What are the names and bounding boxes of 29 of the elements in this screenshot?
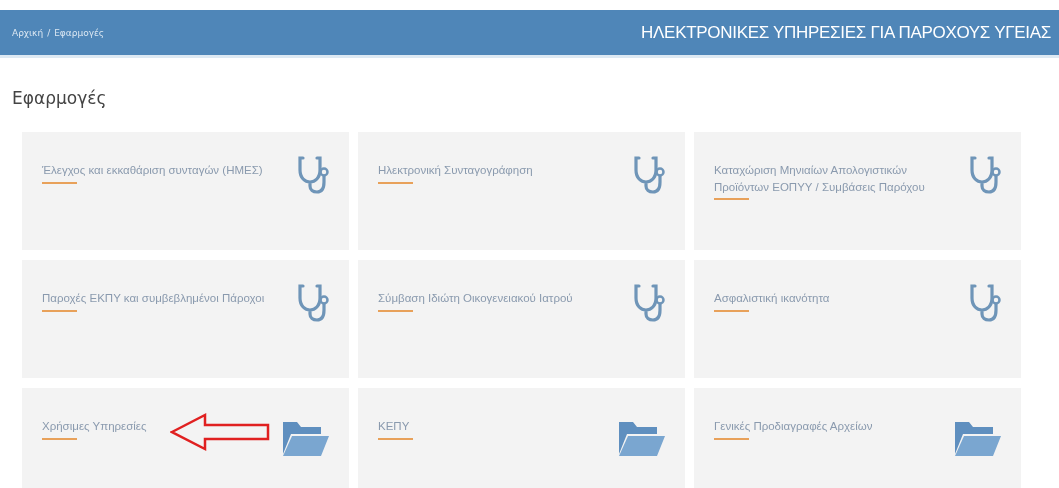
stethoscope-icon bbox=[969, 154, 1003, 194]
app-link[interactable]: Παροχές ΕΚΠΥ και συμβεβλημένοι Πάροχοι bbox=[42, 290, 265, 307]
app-link[interactable]: Έλεγχος και εκκαθάριση συνταγών (ΗΜΕΣ) bbox=[42, 162, 263, 179]
app-link[interactable]: Καταχώριση Μηνιαίων Απολογιστικών Προϊόντων ΕΟΠΥΥ / Συμβάσεις Παρόχου bbox=[714, 162, 944, 196]
app-card[interactable]: Γενικές Προδιαγραφές Αρχείων bbox=[694, 388, 1021, 488]
breadcrumb-separator: / bbox=[47, 27, 51, 38]
breadcrumb-link[interactable]: Εφαρμογές bbox=[54, 27, 105, 38]
stethoscope-icon bbox=[297, 154, 331, 194]
app-link[interactable]: Ηλεκτρονική Συνταγογράφηση bbox=[378, 162, 533, 179]
app-link[interactable]: Χρήσιμες Υπηρεσίες bbox=[42, 418, 147, 435]
stethoscope-icon bbox=[969, 282, 1003, 322]
header-title: ΗΛΕΚΤΡΟΝΙΚΕΣ ΥΠΗΡΕΣΙΕΣ ΓΙΑ ΠΑΡΟΧΟΥΣ ΥΓΕΙΑΣ bbox=[641, 22, 1051, 43]
app-card[interactable]: Χρήσιμες Υπηρεσίες bbox=[22, 388, 349, 488]
app-link[interactable]: Σύμβαση Ιδιώτη Οικογενειακού Ιατρού bbox=[378, 290, 573, 307]
app-card[interactable]: Σύμβαση Ιδιώτη Οικογενειακού Ιατρού bbox=[358, 260, 685, 378]
app-card[interactable]: Έλεγχος και εκκαθάριση συνταγών (ΗΜΕΣ) bbox=[22, 132, 349, 250]
stethoscope-icon bbox=[297, 282, 331, 322]
app-link[interactable]: Γενικές Προδιαγραφές Αρχείων bbox=[714, 418, 873, 435]
app-link[interactable]: ΚΕΠΥ bbox=[378, 418, 413, 435]
app-link[interactable]: Ασφαλιστική ικανότητα bbox=[714, 290, 830, 307]
stethoscope-icon bbox=[633, 282, 667, 322]
app-card[interactable]: Παροχές ΕΚΠΥ και συμβεβλημένοι Πάροχοι bbox=[22, 260, 349, 378]
stethoscope-icon bbox=[633, 154, 667, 194]
breadcrumb-link[interactable]: Αρχική bbox=[12, 27, 44, 38]
app-card[interactable]: Καταχώριση Μηνιαίων Απολογιστικών Προϊόντων ΕΟΠΥΥ / Συμβάσεις Παρόχου bbox=[694, 132, 1021, 250]
page-title: Εφαρμογές bbox=[12, 88, 108, 110]
app-card[interactable]: Ασφαλιστική ικανότητα bbox=[694, 260, 1021, 378]
app-card[interactable]: ΚΕΠΥ bbox=[358, 388, 685, 488]
app-card[interactable]: Ηλεκτρονική Συνταγογράφηση bbox=[358, 132, 685, 250]
